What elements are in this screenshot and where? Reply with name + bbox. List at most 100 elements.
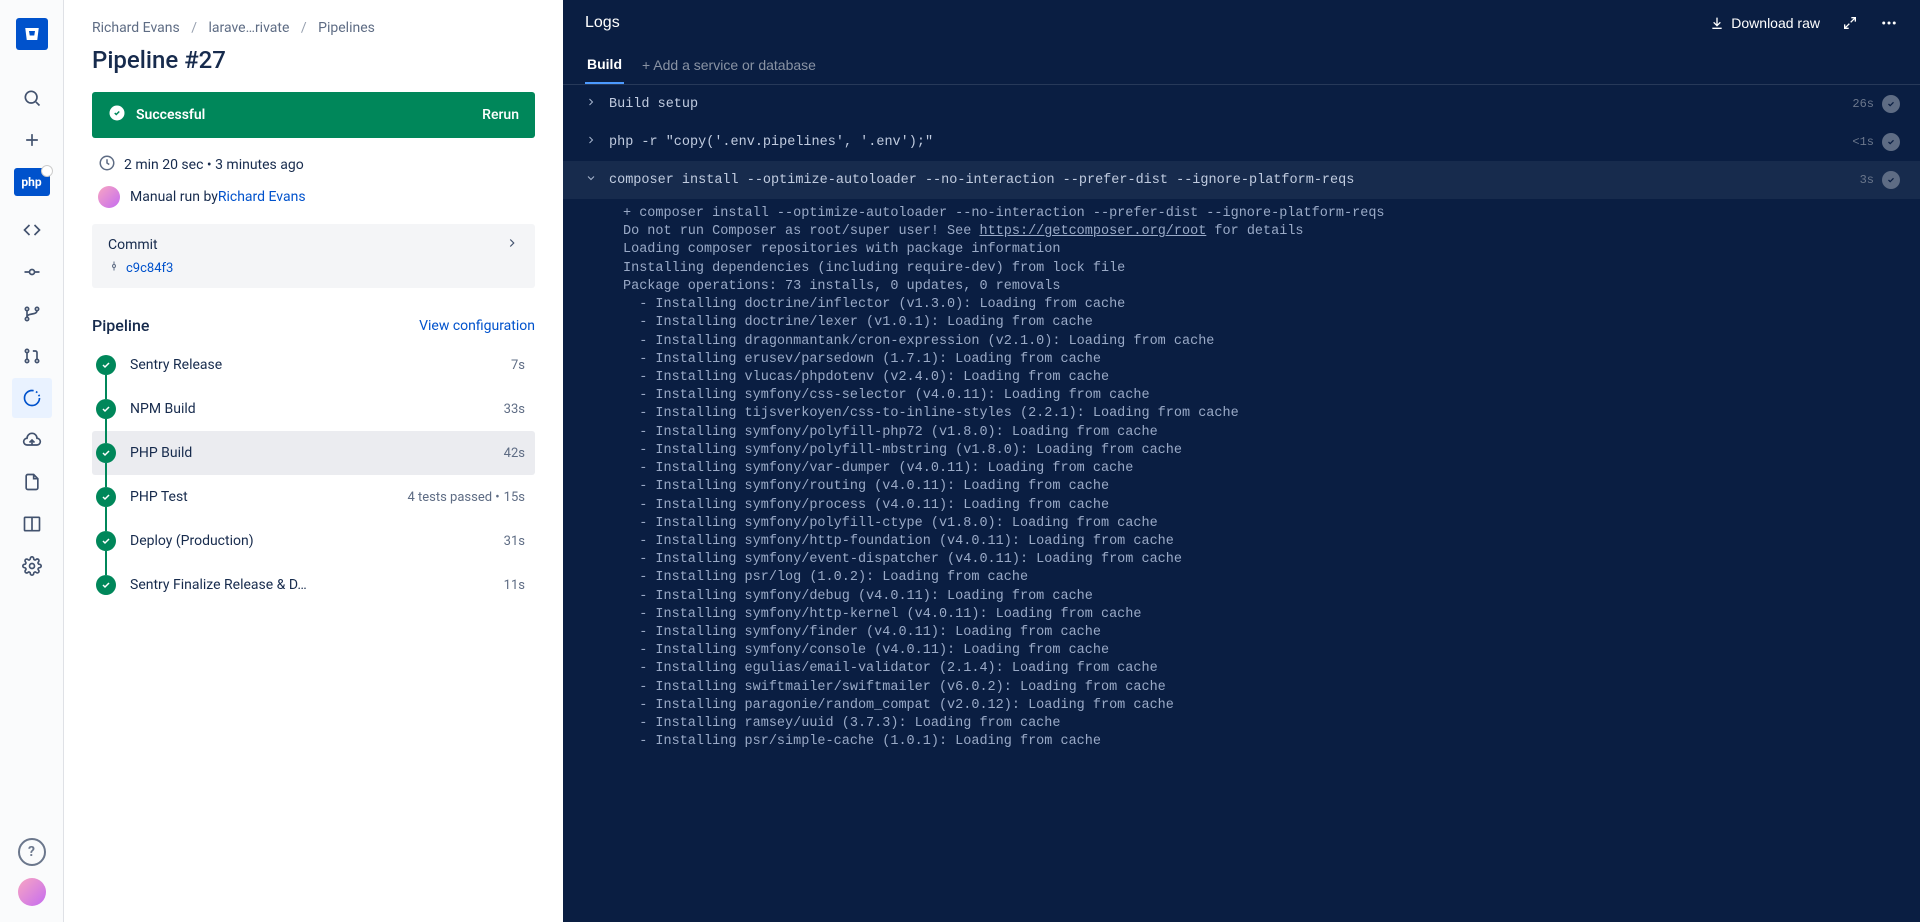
chevron-icon bbox=[583, 134, 599, 151]
log-success-icon bbox=[1882, 171, 1900, 189]
step-substatus: 4 tests passed • bbox=[407, 490, 499, 505]
plus-icon[interactable] bbox=[12, 120, 52, 160]
step-time: 42s bbox=[504, 446, 525, 461]
deployments-icon[interactable] bbox=[12, 420, 52, 460]
rerun-button[interactable]: Rerun bbox=[482, 107, 519, 123]
log-command: composer install --optimize-autoloader -… bbox=[609, 173, 1860, 188]
tab-build[interactable]: Build bbox=[585, 46, 624, 84]
pipelines-icon[interactable] bbox=[12, 378, 52, 418]
pipeline-step[interactable]: Deploy (Production)31s bbox=[92, 519, 535, 563]
step-time: 33s bbox=[504, 402, 525, 417]
log-line: + composer install --optimize-autoloader… bbox=[623, 205, 1900, 223]
chevron-icon bbox=[583, 96, 599, 113]
step-name: NPM Build bbox=[130, 401, 504, 417]
step-time: 31s bbox=[504, 534, 525, 549]
user-avatar[interactable] bbox=[18, 878, 46, 906]
commits-icon[interactable] bbox=[12, 252, 52, 292]
download-raw-button[interactable]: Download raw bbox=[1709, 15, 1820, 31]
log-duration: 3s bbox=[1860, 173, 1874, 187]
expand-icon[interactable] bbox=[1842, 15, 1858, 31]
page-title: Pipeline #27 bbox=[92, 46, 535, 74]
pipeline-step[interactable]: Sentry Finalize Release & D…11s bbox=[92, 563, 535, 607]
log-line: - Installing symfony/css-selector (v4.0.… bbox=[623, 387, 1900, 405]
author-link[interactable]: Richard Evans bbox=[218, 189, 306, 205]
breadcrumb-link[interactable]: Richard Evans bbox=[92, 20, 180, 36]
log-command: php -r "copy('.env.pipelines', '.env');" bbox=[609, 135, 1852, 150]
log-line: - Installing ramsey/uuid (3.7.3): Loadin… bbox=[623, 715, 1900, 733]
author-avatar bbox=[98, 186, 120, 208]
pipeline-step[interactable]: PHP Build42s bbox=[92, 431, 535, 475]
run-author: Manual run by Richard Evans bbox=[92, 186, 535, 208]
log-line: - Installing doctrine/lexer (v1.0.1): Lo… bbox=[623, 314, 1900, 332]
chevron-right-icon bbox=[505, 236, 519, 254]
more-icon[interactable] bbox=[1880, 14, 1898, 32]
log-line: - Installing egulias/email-validator (2.… bbox=[623, 660, 1900, 678]
logs-panel: Logs Download raw Build + Add a service … bbox=[563, 0, 1920, 922]
log-group-header[interactable]: composer install --optimize-autoloader -… bbox=[563, 161, 1920, 199]
pipeline-steps: Sentry Release7sNPM Build33sPHP Build42s… bbox=[92, 343, 535, 607]
log-group-header[interactable]: Build setup26s bbox=[563, 85, 1920, 123]
breadcrumb-link[interactable]: Pipelines bbox=[318, 20, 375, 36]
boards-icon[interactable] bbox=[12, 504, 52, 544]
log-line: - Installing psr/simple-cache (1.0.1): L… bbox=[623, 733, 1900, 751]
step-success-icon bbox=[96, 487, 116, 507]
pull-requests-icon[interactable] bbox=[12, 336, 52, 376]
step-success-icon bbox=[96, 399, 116, 419]
step-name: PHP Build bbox=[130, 445, 504, 461]
log-duration: <1s bbox=[1852, 135, 1874, 149]
add-service-link[interactable]: + Add a service or database bbox=[642, 57, 816, 73]
pipeline-step[interactable]: NPM Build33s bbox=[92, 387, 535, 431]
log-line: - Installing symfony/process (v4.0.11): … bbox=[623, 497, 1900, 515]
downloads-icon[interactable] bbox=[12, 462, 52, 502]
log-line: - Installing symfony/debug (v4.0.11): Lo… bbox=[623, 588, 1900, 606]
settings-icon[interactable] bbox=[12, 546, 52, 586]
log-success-icon bbox=[1882, 133, 1900, 151]
log-line: - Installing erusev/parsedown (1.7.1): L… bbox=[623, 351, 1900, 369]
branches-icon[interactable] bbox=[12, 294, 52, 334]
log-line: - Installing dragonmantank/cron-expressi… bbox=[623, 333, 1900, 351]
log-group-header[interactable]: php -r "copy('.env.pipelines', '.env');"… bbox=[563, 123, 1920, 161]
view-configuration-link[interactable]: View configuration bbox=[419, 318, 535, 334]
pipeline-step[interactable]: Sentry Release7s bbox=[92, 343, 535, 387]
log-line: - Installing psr/log (1.0.2): Loading fr… bbox=[623, 569, 1900, 587]
log-line: - Installing symfony/var-dumper (v4.0.11… bbox=[623, 460, 1900, 478]
help-icon[interactable]: ? bbox=[18, 838, 46, 866]
step-time: 11s bbox=[504, 578, 525, 593]
bitbucket-logo[interactable] bbox=[16, 18, 48, 50]
source-icon[interactable] bbox=[12, 210, 52, 250]
log-body[interactable]: Build setup26sphp -r "copy('.env.pipelin… bbox=[563, 85, 1920, 922]
breadcrumb: Richard Evans / larave…rivate / Pipeline… bbox=[92, 20, 535, 36]
log-line: - Installing symfony/routing (v4.0.11): … bbox=[623, 478, 1900, 496]
status-banner: Successful Rerun bbox=[92, 92, 535, 138]
repo-badge[interactable]: php bbox=[14, 168, 50, 196]
check-icon bbox=[108, 104, 126, 126]
log-duration: 26s bbox=[1852, 97, 1874, 111]
logs-title: Logs bbox=[585, 14, 1687, 32]
log-line: - Installing symfony/finder (v4.0.11): L… bbox=[623, 624, 1900, 642]
log-line: - Installing tijsverkoyen/css-to-inline-… bbox=[623, 405, 1900, 423]
search-icon[interactable] bbox=[12, 78, 52, 118]
step-name: Sentry Finalize Release & D… bbox=[130, 577, 504, 593]
chevron-icon bbox=[583, 172, 599, 189]
log-line: Package operations: 73 installs, 0 updat… bbox=[623, 278, 1900, 296]
breadcrumb-link[interactable]: larave…rivate bbox=[208, 20, 289, 36]
log-line: - Installing paragonie/random_compat (v2… bbox=[623, 697, 1900, 715]
step-time: 15s bbox=[504, 490, 525, 505]
commit-card[interactable]: Commit c9c84f3 bbox=[92, 224, 535, 288]
duration-text: 2 min 20 sec • 3 minutes ago bbox=[124, 157, 304, 173]
log-line: Do not run Composer as root/super user! … bbox=[623, 223, 1900, 241]
step-name: PHP Test bbox=[130, 489, 407, 505]
log-link[interactable]: https://getcomposer.org/root bbox=[979, 224, 1206, 239]
step-name: Sentry Release bbox=[130, 357, 511, 373]
log-line: - Installing swiftmailer/swiftmailer (v6… bbox=[623, 679, 1900, 697]
log-line: Loading composer repositories with packa… bbox=[623, 241, 1900, 259]
step-success-icon bbox=[96, 575, 116, 595]
log-line: - Installing symfony/polyfill-php72 (v1.… bbox=[623, 424, 1900, 442]
pipeline-step[interactable]: PHP Test4 tests passed • 15s bbox=[92, 475, 535, 519]
step-success-icon bbox=[96, 355, 116, 375]
step-success-icon bbox=[96, 531, 116, 551]
pipeline-section-title: Pipeline bbox=[92, 316, 149, 335]
log-command: Build setup bbox=[609, 97, 1852, 112]
commit-title: Commit bbox=[108, 237, 158, 253]
log-line: - Installing doctrine/inflector (v1.3.0)… bbox=[623, 296, 1900, 314]
